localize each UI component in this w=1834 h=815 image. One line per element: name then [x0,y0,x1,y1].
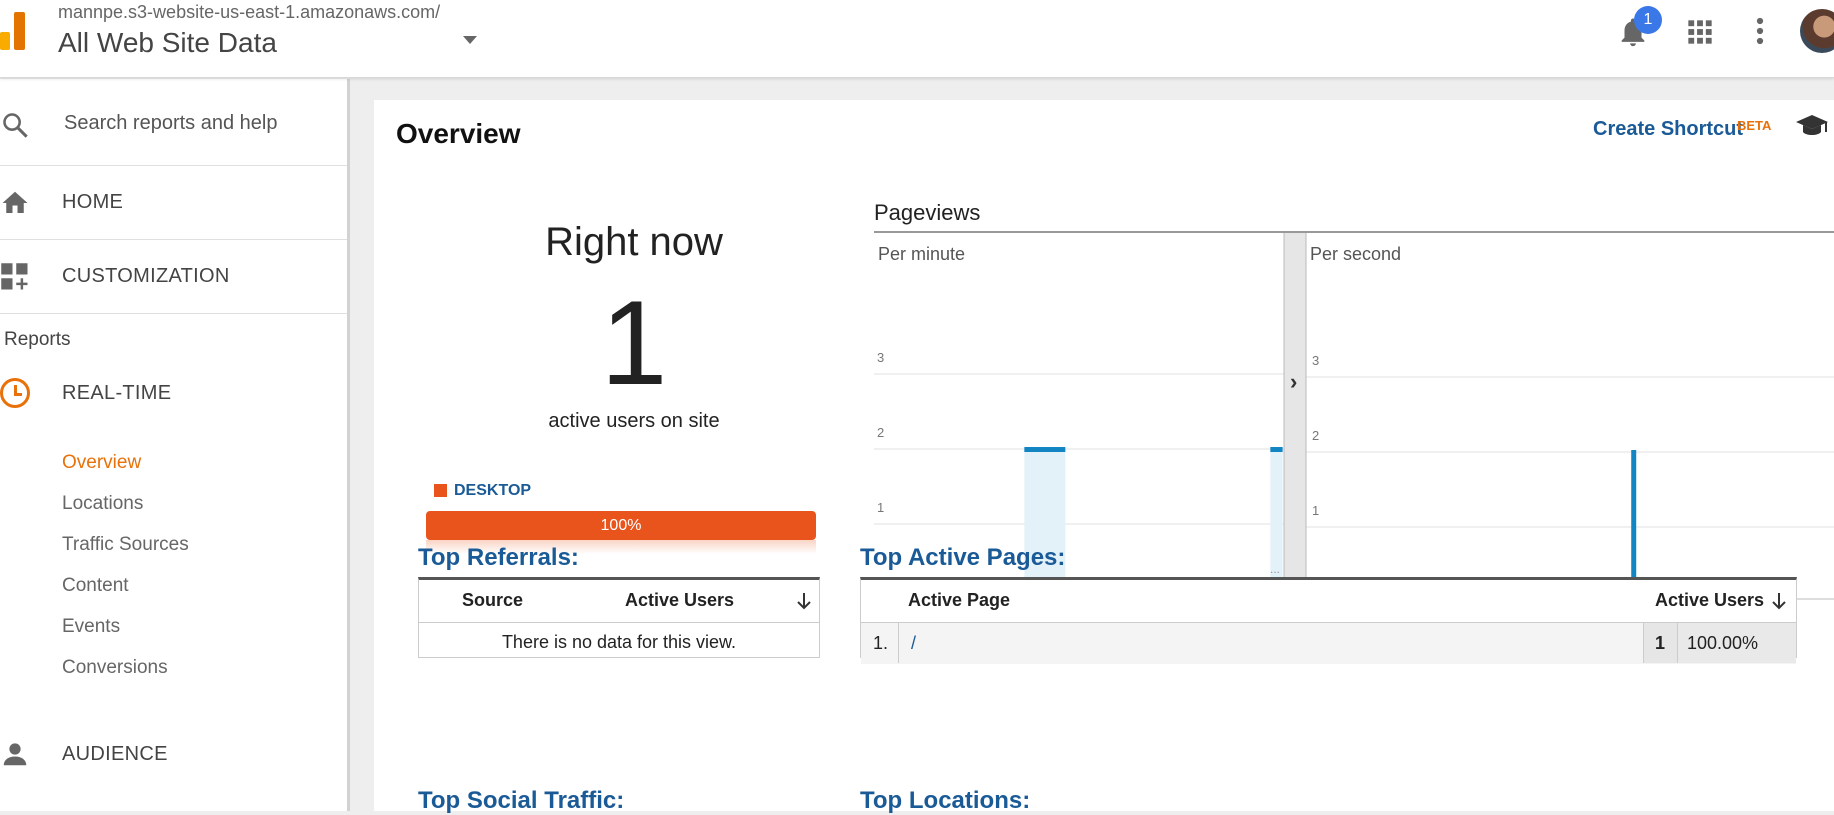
desktop-legend-swatch [434,484,447,497]
top-active-pages-title: Top Active Pages: [860,544,1066,571]
panel-divider [1284,233,1306,601]
avatar[interactable] [1800,9,1834,53]
clock-icon [0,378,30,408]
no-data-message: There is no data for this view. [501,632,737,652]
y-tick-label: 3 [1312,353,1319,368]
desktop-legend-label: DESKTOP [454,482,532,499]
reports-section-label: Reports [4,329,71,350]
overview-card: Overview Create Shortcut BETA Right now … [374,100,1834,814]
sidebar-subitem-events[interactable]: Events [62,616,120,638]
row-active-users: 1 [1654,633,1665,653]
sidebar-item-home[interactable]: HOME [0,166,347,240]
sidebar-item-label: HOME [62,191,124,213]
sidebar-item-label: REAL-TIME [62,382,172,404]
active-users-count: 1 [600,276,668,410]
bar[interactable] [1024,447,1066,452]
apps-grid-icon[interactable] [1686,18,1714,46]
view-selector[interactable]: All Web Site Data [58,27,277,59]
chevron-right-icon[interactable]: › [1290,369,1297,394]
device-share-bar[interactable]: 100% [426,511,816,540]
y-tick-label: 2 [877,425,884,440]
notification-badge[interactable]: 1 [1634,6,1662,34]
row-percent: 100.00% [1687,633,1759,653]
pageviews-title: Pageviews [874,200,981,225]
create-shortcut-link[interactable]: Create Shortcut [1593,118,1743,141]
top-referrals-title: Top Referrals: [418,544,579,571]
caret-down-icon[interactable] [463,36,477,44]
table-row[interactable]: 1. / 1 100.00% [861,622,1796,664]
col-active-users-header[interactable]: Active Users [625,590,734,611]
overflow-ellipsis: ... [1270,562,1280,576]
y-tick-label: 2 [1312,428,1319,443]
sidebar-subitem-content[interactable]: Content [62,575,129,597]
graduation-cap-icon[interactable] [1794,112,1830,140]
per-minute-label: Per minute [878,244,965,264]
row-index: 1. [873,633,889,653]
property-url: mannpe.s3-website-us-east-1.amazonaws.co… [58,2,441,22]
search-placeholder: Search reports and help [64,112,278,134]
sidebar-item-label: CUSTOMIZATION [62,265,230,287]
top-referrals-table: Source Active Users There is no data for… [418,577,820,658]
col-active-users-header[interactable]: Active Users [1655,590,1764,611]
y-tick-label: 3 [877,350,884,365]
row-page-link[interactable]: / [911,633,916,654]
home-icon [2,191,28,213]
sort-down-arrow-icon[interactable] [797,592,811,610]
sidebar-subitem-conversions[interactable]: Conversions [62,657,168,679]
beta-tag: BETA [1737,118,1772,133]
sidebar-subitem-traffic-sources[interactable]: Traffic Sources [62,534,189,556]
y-tick-label: 1 [1312,503,1319,518]
per-second-label: Per second [1310,244,1401,264]
search-icon [3,113,28,138]
sidebar-item-realtime[interactable]: REAL-TIME [0,361,347,425]
customization-icon [1,263,28,290]
sidebar-item-audience[interactable]: AUDIENCE [0,715,347,779]
more-vert-icon[interactable] [1752,16,1768,46]
page-title: Overview [396,118,521,149]
sidebar-item-customization[interactable]: CUSTOMIZATION [0,240,347,314]
sidebar-subitem-overview[interactable]: Overview [62,452,141,474]
y-tick-label: 1 [877,500,884,515]
top-active-pages-table: Active Page Active Users 1. / 1 100.00% [860,577,1797,664]
active-users-caption: active users on site [548,410,720,432]
sidebar-item-label: AUDIENCE [62,743,168,765]
sort-down-arrow-icon[interactable] [1772,592,1786,610]
search-input[interactable]: Search reports and help [0,79,347,166]
person-icon [3,743,27,766]
sidebar: Search reports and help HOME CUSTOMIZATI… [0,79,350,811]
right-now-title: Right now [545,220,723,264]
col-active-page-header[interactable]: Active Page [908,590,1010,611]
col-source-header[interactable]: Source [462,590,523,611]
top-bar: mannpe.s3-website-us-east-1.amazonaws.co… [0,0,1834,78]
bar[interactable] [1270,447,1283,452]
sidebar-subitem-locations[interactable]: Locations [62,493,143,515]
analytics-logo-icon[interactable] [0,12,30,50]
